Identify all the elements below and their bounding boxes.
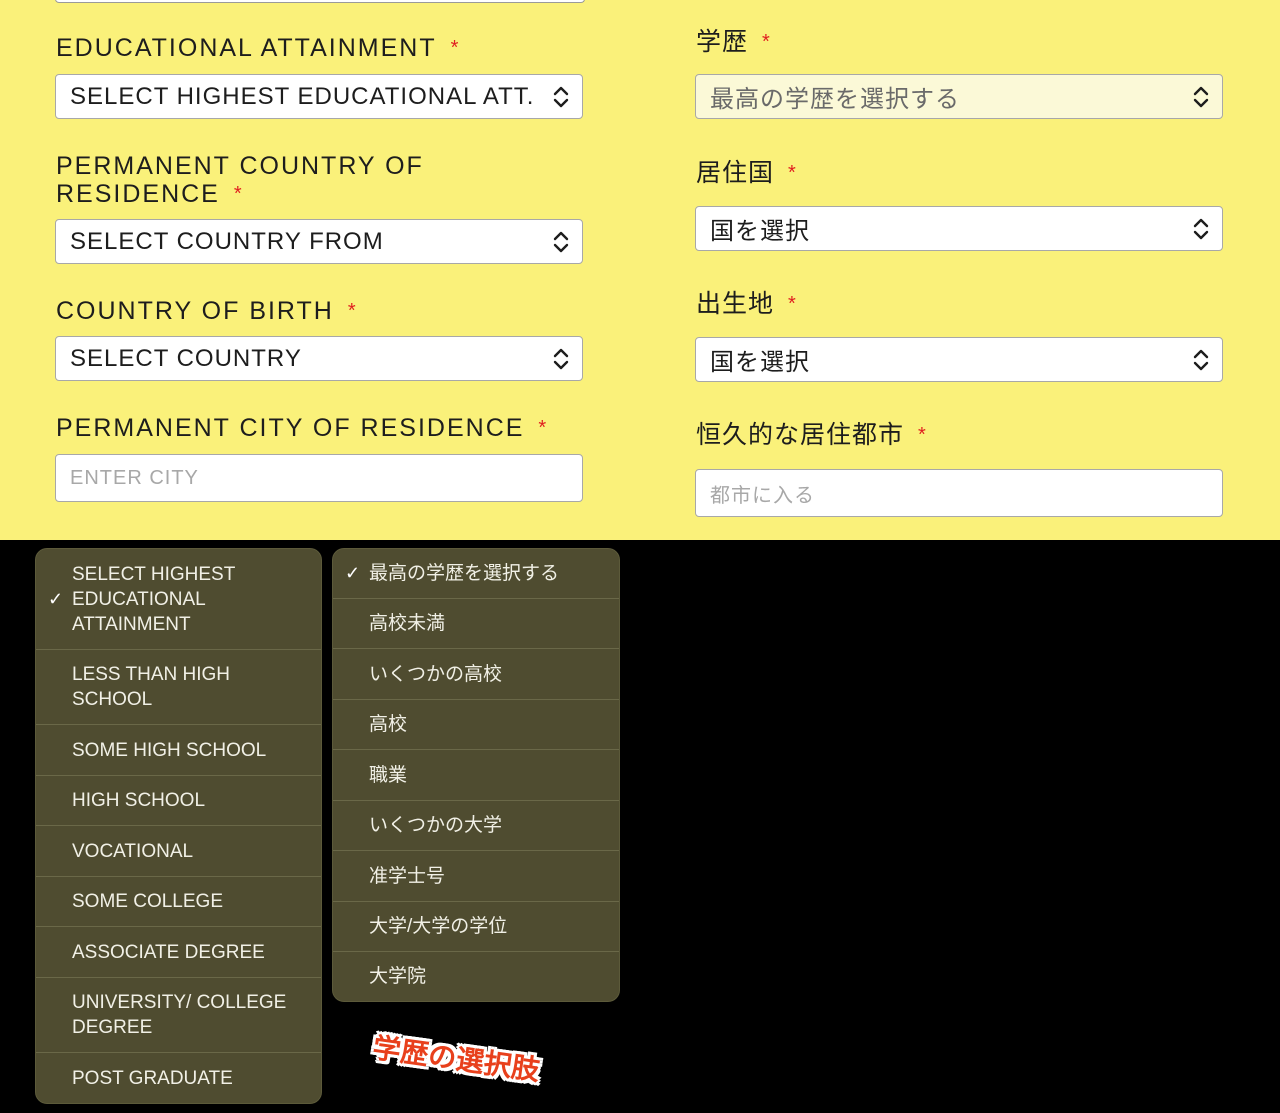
menu-option-label: POST GRADUATE — [72, 1067, 233, 1089]
menu-option[interactable]: ✓ 最高の学歴を選択する — [333, 549, 619, 599]
education-select-jp-value: 最高の学歴を選択する — [710, 86, 960, 113]
menu-option[interactable]: HIGH SCHOOL — [36, 776, 321, 826]
menu-option-label: EDUCATIONAL — [72, 588, 206, 610]
menu-option-label: いくつかの大学 — [369, 815, 503, 836]
residence-select[interactable]: SELECT COUNTRY FROM — [55, 219, 583, 264]
previous-field-edge — [55, 0, 585, 3]
menu-option-label: ATTAINMENT — [72, 613, 191, 635]
menu-option[interactable]: UNIVERSITY/ COLLEGE DEGREE — [36, 978, 321, 1053]
menu-option-label: 職業 — [369, 764, 408, 786]
menu-option[interactable]: 高校未満 — [333, 599, 619, 649]
birth-select[interactable]: SELECT COUNTRY — [55, 336, 583, 381]
menu-option[interactable]: SOME HIGH SCHOOL — [36, 725, 321, 776]
menu-option[interactable]: いくつかの大学 — [333, 801, 619, 851]
birth-select-jp-value: 国を選択 — [710, 349, 810, 376]
required-marker: * — [233, 183, 244, 205]
menu-option[interactable]: LESS THAN HIGH SCHOOL — [36, 650, 321, 725]
up-down-chevron-icon — [1193, 218, 1209, 240]
residence-label-line1: PERMANENT COUNTRY OF — [56, 152, 424, 180]
education-select-value: SELECT HIGHEST EDUCATIONAL ATT. — [70, 82, 535, 110]
education-select[interactable]: SELECT HIGHEST EDUCATIONAL ATT. — [55, 74, 583, 119]
birth-label: COUNTRY OF BIRTH * — [56, 297, 358, 325]
birth-label-jp: 出生地 * — [696, 290, 797, 318]
required-marker: * — [918, 424, 927, 446]
menu-option-label: HIGH SCHOOL — [72, 790, 206, 811]
form-panel: EDUCATIONAL ATTAINMENT * SELECT HIGHEST E… — [0, 0, 1280, 540]
education-label-jp: 学歴 * — [696, 28, 771, 56]
up-down-chevron-icon — [1193, 86, 1209, 108]
city-input[interactable]: ENTER CITY — [55, 454, 583, 502]
up-down-chevron-icon — [553, 86, 569, 108]
residence-select-jp[interactable]: 国を選択 — [695, 206, 1223, 251]
residence-select-value: SELECT COUNTRY FROM — [70, 227, 384, 255]
education-label-text: EDUCATIONAL ATTAINMENT — [56, 34, 437, 62]
up-down-chevron-icon — [1193, 349, 1209, 371]
menu-option-label: いくつかの高校 — [369, 663, 503, 685]
menu-option[interactable]: 大学院 — [333, 952, 619, 1001]
up-down-chevron-icon — [553, 348, 569, 370]
menu-option-label: LESS THAN HIGH — [72, 664, 231, 685]
checkmark-icon: ✓ — [345, 563, 361, 583]
menu-option[interactable]: いくつかの高校 — [333, 649, 619, 700]
menu-option-label: 最高の学歴を選択する — [369, 563, 560, 584]
menu-option-label: 大学/大学の学位 — [369, 916, 508, 937]
menu-option-label: ASSOCIATE DEGREE — [72, 941, 265, 963]
birth-label-jp-text: 出生地 — [696, 290, 775, 318]
menu-option[interactable]: VOCATIONAL — [36, 826, 321, 877]
city-input-jp-placeholder: 都市に入る — [710, 484, 815, 507]
menu-option-label: UNIVERSITY/ COLLEGE — [72, 992, 287, 1013]
annotation-caption: 学歴の選択肢 — [370, 1030, 542, 1088]
required-marker: * — [450, 37, 461, 59]
city-label-jp-text: 恒久的な居住都市 — [696, 421, 905, 449]
menu-option[interactable]: SOME COLLEGE — [36, 877, 321, 927]
required-marker: * — [788, 293, 797, 315]
menu-option-label: DEGREE — [72, 1017, 153, 1038]
residence-select-jp-value: 国を選択 — [710, 218, 810, 245]
education-label-jp-text: 学歴 — [696, 28, 749, 56]
menu-option-label: 高校 — [369, 714, 408, 735]
menu-option-label: SCHOOL — [72, 689, 153, 710]
birth-select-jp[interactable]: 国を選択 — [695, 337, 1223, 382]
required-marker: * — [762, 31, 771, 53]
education-options-menu-jp: ✓ 最高の学歴を選択する 高校未満 いくつかの高校 高校 職業 いくつかの大学 … — [332, 548, 620, 1002]
menu-option-label: VOCATIONAL — [72, 840, 194, 862]
city-label-jp: 恒久的な居住都市 * — [696, 421, 927, 449]
residence-label-jp-text: 居住国 — [696, 159, 775, 187]
birth-select-value: SELECT COUNTRY — [70, 344, 302, 372]
required-marker: * — [788, 162, 797, 184]
city-input-jp[interactable]: 都市に入る — [695, 469, 1223, 517]
residence-label-line2: RESIDENCE — [56, 180, 220, 208]
education-label: EDUCATIONAL ATTAINMENT * — [56, 34, 460, 62]
city-label-text: PERMANENT CITY OF RESIDENCE — [56, 414, 525, 442]
menu-option[interactable]: ✓ SELECT HIGHEST EDUCATIONAL ATTAINMENT — [36, 549, 321, 650]
education-select-jp[interactable]: 最高の学歴を選択する — [695, 74, 1223, 119]
menu-option-label: 准学士号 — [369, 865, 446, 887]
menu-option[interactable]: ASSOCIATE DEGREE — [36, 927, 321, 978]
required-marker: * — [538, 417, 549, 439]
menu-option[interactable]: POST GRADUATE — [36, 1053, 321, 1103]
menu-option-label: SOME COLLEGE — [72, 891, 223, 912]
menu-option-label: 高校未満 — [369, 613, 446, 634]
checkmark-icon: ✓ — [48, 588, 64, 609]
city-input-placeholder: ENTER CITY — [70, 466, 199, 489]
residence-label-jp: 居住国 * — [696, 159, 797, 187]
education-options-menu-en: ✓ SELECT HIGHEST EDUCATIONAL ATTAINMENT … — [35, 548, 322, 1104]
birth-label-text: COUNTRY OF BIRTH — [56, 297, 334, 325]
menu-option[interactable]: 准学士号 — [333, 851, 619, 902]
residence-label: PERMANENT COUNTRY OF RESIDENCE * — [56, 152, 424, 208]
up-down-chevron-icon — [553, 231, 569, 253]
menu-option-label: SOME HIGH SCHOOL — [72, 739, 267, 761]
menu-option[interactable]: 高校 — [333, 700, 619, 750]
menu-option-label: SELECT HIGHEST — [72, 563, 236, 585]
required-marker: * — [347, 300, 358, 322]
menu-option[interactable]: 大学/大学の学位 — [333, 902, 619, 952]
city-label: PERMANENT CITY OF RESIDENCE * — [56, 414, 548, 442]
menu-option-label: 大学院 — [369, 966, 427, 987]
menu-option[interactable]: 職業 — [333, 750, 619, 801]
